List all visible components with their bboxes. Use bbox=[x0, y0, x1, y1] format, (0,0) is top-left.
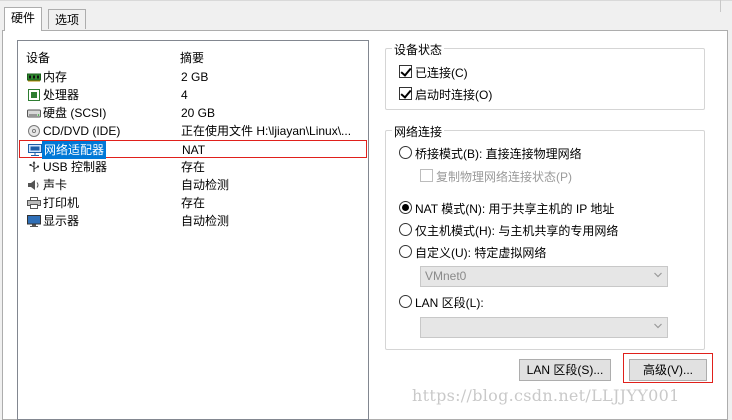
printer-icon bbox=[27, 197, 41, 209]
tab-hardware[interactable]: 硬件 bbox=[4, 7, 43, 31]
device-row-processor[interactable]: 处理器 4 bbox=[19, 86, 367, 104]
custom-network-value: VMnet0 bbox=[425, 269, 467, 283]
replicate-state-checkbox[interactable] bbox=[420, 169, 433, 182]
chevron-down-icon bbox=[654, 323, 662, 329]
custom-radio[interactable] bbox=[399, 245, 412, 258]
device-row-printer[interactable]: 打印机 存在 bbox=[19, 194, 367, 212]
host-only-label[interactable]: 仅主机模式(H): 与主机共享的专用网络 bbox=[415, 222, 618, 239]
device-summary: 存在 bbox=[181, 160, 206, 174]
harddisk-icon bbox=[27, 109, 41, 118]
device-summary: NAT bbox=[182, 143, 206, 157]
device-name: 网络适配器 bbox=[42, 141, 107, 159]
bridged-label[interactable]: 桥接模式(B): 直接连接物理网络 bbox=[415, 145, 582, 162]
custom-label[interactable]: 自定义(U): 特定虚拟网络 bbox=[415, 244, 546, 261]
cd-dvd-icon bbox=[28, 125, 40, 137]
device-row-usb-controller[interactable]: USB 控制器 存在 bbox=[19, 158, 367, 176]
device-row-memory[interactable]: 内存 2 GB bbox=[19, 68, 367, 86]
lan-segment-select[interactable] bbox=[420, 317, 668, 338]
device-row-harddisk[interactable]: 硬盘 (SCSI) 20 GB bbox=[19, 104, 367, 122]
device-name: 内存 bbox=[43, 70, 68, 84]
device-row-cd-dvd[interactable]: CD/DVD (IDE) 正在使用文件 H:\ljiayan\Linux\... bbox=[19, 122, 367, 140]
device-row-network-adapter[interactable]: 网络适配器 NAT bbox=[19, 140, 367, 159]
nat-label[interactable]: NAT 模式(N): 用于共享主机的 IP 地址 bbox=[415, 200, 614, 217]
column-header-summary[interactable]: 摘要 bbox=[180, 49, 204, 66]
device-name: 处理器 bbox=[43, 88, 80, 102]
processor-icon bbox=[28, 89, 40, 101]
host-only-radio[interactable] bbox=[399, 223, 412, 236]
connected-checkbox[interactable] bbox=[399, 65, 412, 78]
device-summary: 4 bbox=[181, 88, 188, 102]
window-right-edge bbox=[720, 0, 721, 12]
connected-label[interactable]: 已连接(C) bbox=[415, 64, 468, 81]
device-name: USB 控制器 bbox=[43, 160, 108, 174]
device-name: 硬盘 (SCSI) bbox=[43, 106, 107, 120]
device-summary: 2 GB bbox=[181, 70, 209, 84]
device-status-title: 设备状态 bbox=[392, 41, 445, 58]
device-name: 显示器 bbox=[43, 214, 80, 228]
nat-radio[interactable] bbox=[399, 201, 412, 214]
display-icon bbox=[27, 215, 41, 227]
tab-options[interactable]: 选项 bbox=[48, 9, 87, 29]
device-list[interactable]: 设备 摘要 内存 2 GB 处理器 4 硬盘 (SCSI) 20 GB CD/D… bbox=[17, 40, 369, 420]
window-top-border bbox=[0, 0, 732, 1]
device-name: 声卡 bbox=[43, 178, 68, 192]
custom-network-select[interactable]: VMnet0 bbox=[420, 266, 668, 287]
advanced-button-highlight bbox=[623, 353, 713, 383]
device-row-sound-card[interactable]: 声卡 自动检测 bbox=[19, 176, 367, 194]
device-row-display[interactable]: 显示器 自动检测 bbox=[19, 212, 367, 230]
device-name: 打印机 bbox=[43, 196, 80, 210]
device-name: CD/DVD (IDE) bbox=[43, 124, 121, 138]
network-connection-title: 网络连接 bbox=[392, 123, 445, 140]
device-summary: 20 GB bbox=[181, 106, 216, 120]
memory-icon bbox=[27, 73, 41, 82]
connect-at-power-on-label[interactable]: 启动时连接(O) bbox=[415, 86, 492, 103]
column-header-device[interactable]: 设备 bbox=[26, 49, 50, 66]
device-summary: 存在 bbox=[181, 196, 206, 210]
lan-segment-radio[interactable] bbox=[399, 295, 412, 308]
chevron-down-icon bbox=[654, 272, 662, 278]
device-summary: 正在使用文件 H:\ljiayan\Linux\... bbox=[181, 124, 352, 138]
network-adapter-icon bbox=[28, 144, 42, 156]
replicate-state-label[interactable]: 复制物理网络连接状态(P) bbox=[436, 168, 572, 185]
lan-segments-button[interactable]: LAN 区段(S)... bbox=[519, 359, 611, 381]
device-summary: 自动检测 bbox=[181, 178, 230, 192]
lan-segment-label[interactable]: LAN 区段(L): bbox=[415, 294, 484, 311]
usb-icon bbox=[29, 161, 40, 172]
watermark-text: https://blog.csdn.net/LLJJYY001 bbox=[412, 386, 680, 405]
sound-card-icon bbox=[28, 180, 39, 190]
device-summary: 自动检测 bbox=[181, 214, 230, 228]
bridged-radio[interactable] bbox=[399, 146, 412, 159]
connect-at-power-on-checkbox[interactable] bbox=[399, 87, 412, 100]
